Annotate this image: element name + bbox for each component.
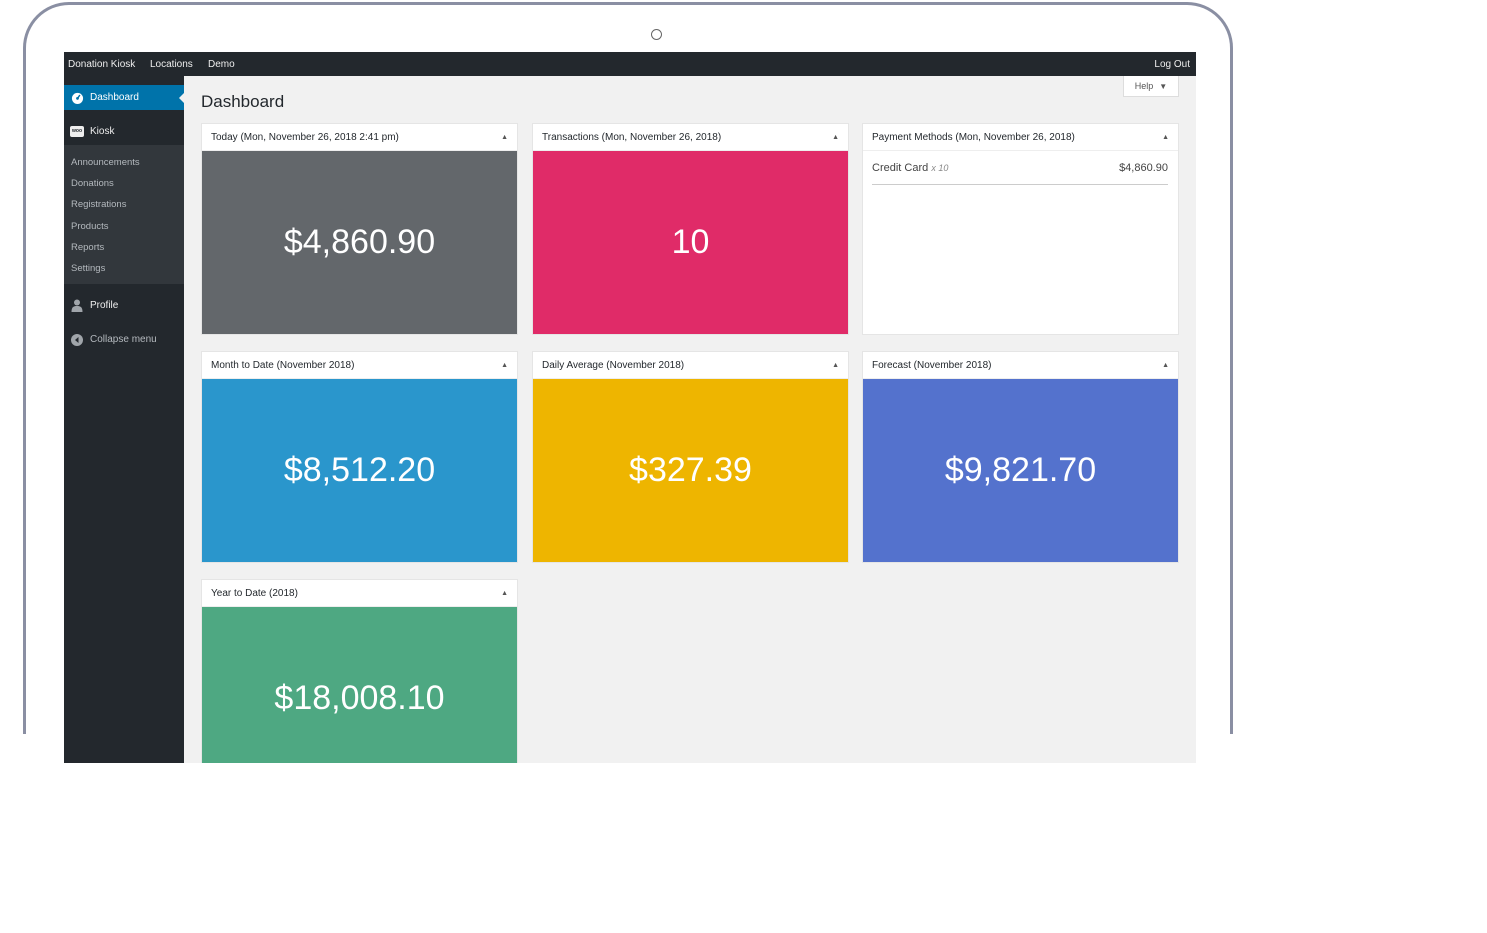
- payment-method-row: Credit Card x 10 $4,860.90: [872, 162, 1168, 185]
- widget-forecast: Forecast (November 2018) ▲ $9,821.70: [862, 351, 1179, 563]
- submenu-settings[interactable]: Settings: [71, 263, 105, 274]
- widget-title: Transactions (Mon, November 26, 2018): [542, 131, 722, 143]
- widget-title: Daily Average (November 2018): [542, 359, 685, 371]
- sidebar: Dashboard woo Kiosk Announcements Donati…: [64, 76, 185, 763]
- widget-title: Year to Date (2018): [211, 587, 298, 599]
- widget-payment-methods: Payment Methods (Mon, November 26, 2018)…: [862, 123, 1179, 335]
- adminbar-demo[interactable]: Demo: [208, 59, 235, 70]
- payment-method-amount: $4,860.90: [1119, 162, 1168, 174]
- submenu-reports[interactable]: Reports: [71, 242, 104, 253]
- widget-header[interactable]: Forecast (November 2018) ▲: [863, 352, 1178, 379]
- widget-header[interactable]: Payment Methods (Mon, November 26, 2018)…: [863, 124, 1178, 151]
- logout-link[interactable]: Log Out: [1154, 59, 1190, 70]
- payment-method-count: x 10: [931, 163, 949, 173]
- page-title: Dashboard: [201, 92, 285, 111]
- user-icon: [70, 299, 84, 313]
- collapse-toggle-icon[interactable]: ▲: [501, 362, 508, 369]
- widget-header[interactable]: Month to Date (November 2018) ▲: [202, 352, 517, 379]
- adminbar-locations[interactable]: Locations: [150, 59, 193, 70]
- submenu-registrations[interactable]: Registrations: [71, 199, 126, 210]
- collapse-toggle-icon[interactable]: ▲: [501, 134, 508, 141]
- widget-value: $8,512.20: [202, 379, 517, 562]
- collapse-arrow-icon: [70, 333, 84, 347]
- widget-today: Today (Mon, November 26, 2018 2:41 pm) ▲…: [201, 123, 518, 335]
- collapse-toggle-icon[interactable]: ▲: [1162, 362, 1169, 369]
- widget-month-to-date: Month to Date (November 2018) ▲ $8,512.2…: [201, 351, 518, 563]
- widget-title: Today (Mon, November 26, 2018 2:41 pm): [211, 131, 399, 143]
- submenu-announcements[interactable]: Announcements: [71, 157, 140, 168]
- sidebar-item-profile[interactable]: Profile: [64, 293, 184, 318]
- widget-title: Payment Methods (Mon, November 26, 2018): [872, 131, 1075, 143]
- caret-down-icon: ▼: [1159, 81, 1168, 91]
- screen: Donation Kiosk Locations Demo Log Out Da…: [64, 52, 1196, 763]
- help-button[interactable]: Help ▼: [1123, 76, 1179, 97]
- active-indicator: [179, 92, 185, 104]
- widget-transactions: Transactions (Mon, November 26, 2018) ▲ …: [532, 123, 849, 335]
- adminbar-site-name[interactable]: Donation Kiosk: [68, 59, 135, 70]
- collapse-toggle-icon[interactable]: ▲: [832, 134, 839, 141]
- payment-method-name: Credit Card x 10: [872, 162, 949, 174]
- widget-header[interactable]: Year to Date (2018) ▲: [202, 580, 517, 607]
- admin-bar: Donation Kiosk Locations Demo Log Out: [64, 52, 1196, 76]
- submenu-products[interactable]: Products: [71, 221, 109, 232]
- widget-title: Month to Date (November 2018): [211, 359, 355, 371]
- camera-dot: [651, 29, 662, 40]
- widget-daily-average: Daily Average (November 2018) ▲ $327.39: [532, 351, 849, 563]
- help-label: Help: [1134, 81, 1154, 91]
- widget-value: 10: [533, 151, 848, 334]
- sidebar-item-kiosk[interactable]: woo Kiosk: [64, 119, 184, 144]
- collapse-toggle-icon[interactable]: ▲: [832, 362, 839, 369]
- widget-value: $327.39: [533, 379, 848, 562]
- sidebar-item-label: Profile: [90, 300, 119, 311]
- widget-title: Forecast (November 2018): [872, 359, 992, 371]
- collapse-toggle-icon[interactable]: ▲: [1162, 134, 1169, 141]
- widget-value: $4,860.90: [202, 151, 517, 334]
- submenu-donations[interactable]: Donations: [71, 178, 114, 189]
- sidebar-item-dashboard[interactable]: Dashboard: [64, 85, 185, 110]
- dashboard-icon: [70, 91, 84, 105]
- widget-header[interactable]: Today (Mon, November 26, 2018 2:41 pm) ▲: [202, 124, 517, 151]
- widget-year-to-date: Year to Date (2018) ▲ $18,008.10: [201, 579, 518, 763]
- kiosk-submenu: Announcements Donations Registrations Pr…: [64, 145, 184, 284]
- sidebar-item-label: Kiosk: [90, 126, 115, 137]
- widget-header[interactable]: Daily Average (November 2018) ▲: [533, 352, 848, 379]
- woo-icon: woo: [70, 125, 84, 139]
- widget-value: $18,008.10: [202, 607, 517, 763]
- widget-header[interactable]: Transactions (Mon, November 26, 2018) ▲: [533, 124, 848, 151]
- widget-value: $9,821.70: [863, 379, 1178, 562]
- sidebar-item-label: Dashboard: [90, 92, 139, 103]
- collapse-menu-button[interactable]: Collapse menu: [64, 327, 184, 352]
- sidebar-item-label: Collapse menu: [90, 334, 157, 345]
- collapse-toggle-icon[interactable]: ▲: [501, 590, 508, 597]
